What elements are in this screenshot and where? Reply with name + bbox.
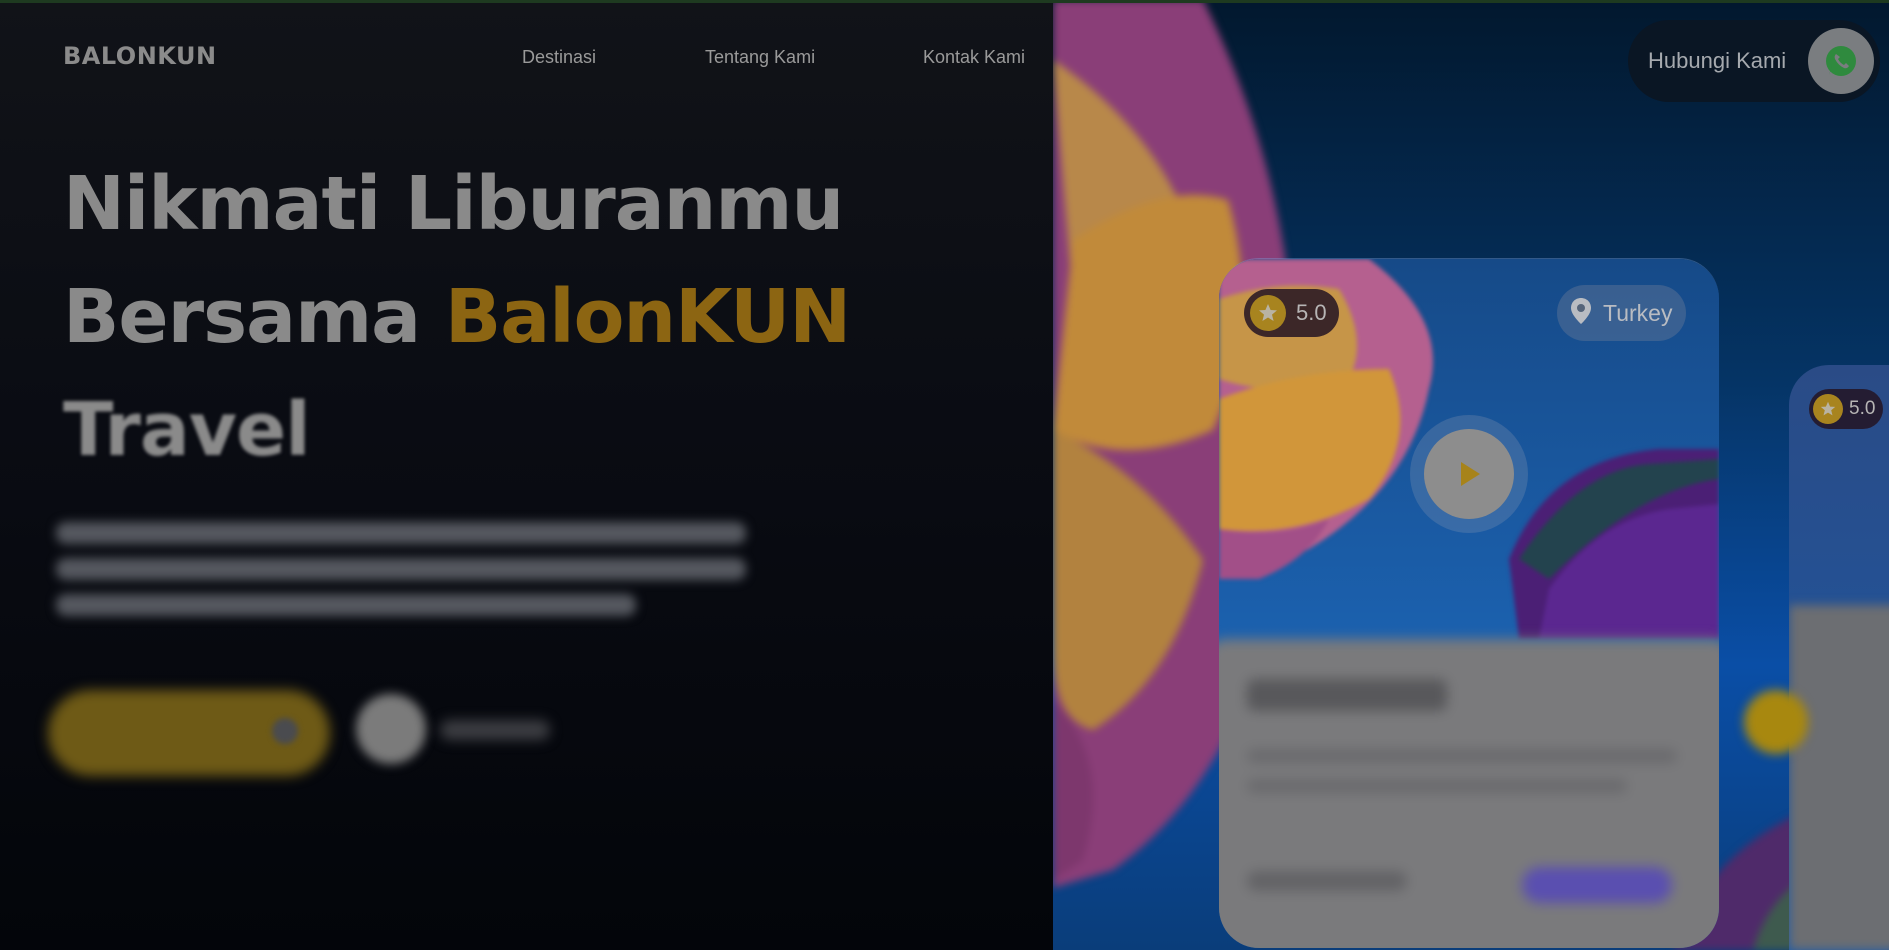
hero-heading: Nikmati Liburanmu Bersama BalonKUN Trave… — [63, 148, 851, 487]
contact-label: Hubungi Kami — [1648, 48, 1787, 73]
play-icon[interactable] — [1424, 429, 1514, 519]
nav-kontak-kami[interactable]: Kontak Kami — [923, 47, 1025, 68]
top-accent-line — [0, 0, 1889, 3]
location-badge: Turkey — [1557, 285, 1687, 341]
play-video-button[interactable] — [356, 694, 426, 764]
location-pin-icon — [1571, 297, 1591, 329]
destination-card-2[interactable]: 5.0 — [1789, 365, 1889, 950]
hero-line-2: Bersama BalonKUN — [63, 261, 851, 374]
destination-card-2-details-blurred — [1789, 605, 1889, 950]
brand-logo[interactable]: BALONKUN — [63, 42, 217, 70]
hero-brand-accent: BalonKUN — [444, 274, 851, 360]
rating-value: 5.0 — [1296, 300, 1327, 325]
rating-badge: 5.0 — [1244, 289, 1339, 337]
hero-line-1: Nikmati Liburanmu — [63, 161, 844, 247]
hero-left-panel: BALONKUN Destinasi Tentang Kami Kontak K… — [0, 0, 1073, 950]
star-icon — [1250, 295, 1286, 331]
hero-line-3: Travel — [63, 387, 311, 473]
location-name: Turkey — [1603, 299, 1673, 326]
destination-card-details-blurred — [1219, 639, 1719, 948]
play-video-label-blurred — [440, 713, 560, 747]
destination-card[interactable]: 5.0 Turkey — [1219, 258, 1719, 948]
nav-tentang-kami[interactable]: Tentang Kami — [705, 47, 815, 68]
carousel-nav-button[interactable] — [1744, 690, 1808, 754]
nav-destinasi[interactable]: Destinasi — [522, 47, 596, 68]
hero-line-2-prefix: Bersama — [63, 274, 445, 360]
rating-value-2: 5.0 — [1849, 398, 1876, 419]
star-icon — [1813, 394, 1843, 424]
whatsapp-icon — [1808, 28, 1874, 94]
rating-badge-2: 5.0 — [1809, 389, 1884, 429]
contact-button[interactable]: Hubungi Kami — [1628, 20, 1880, 102]
arrow-icon — [272, 718, 298, 744]
hero-description-blurred — [56, 522, 756, 616]
